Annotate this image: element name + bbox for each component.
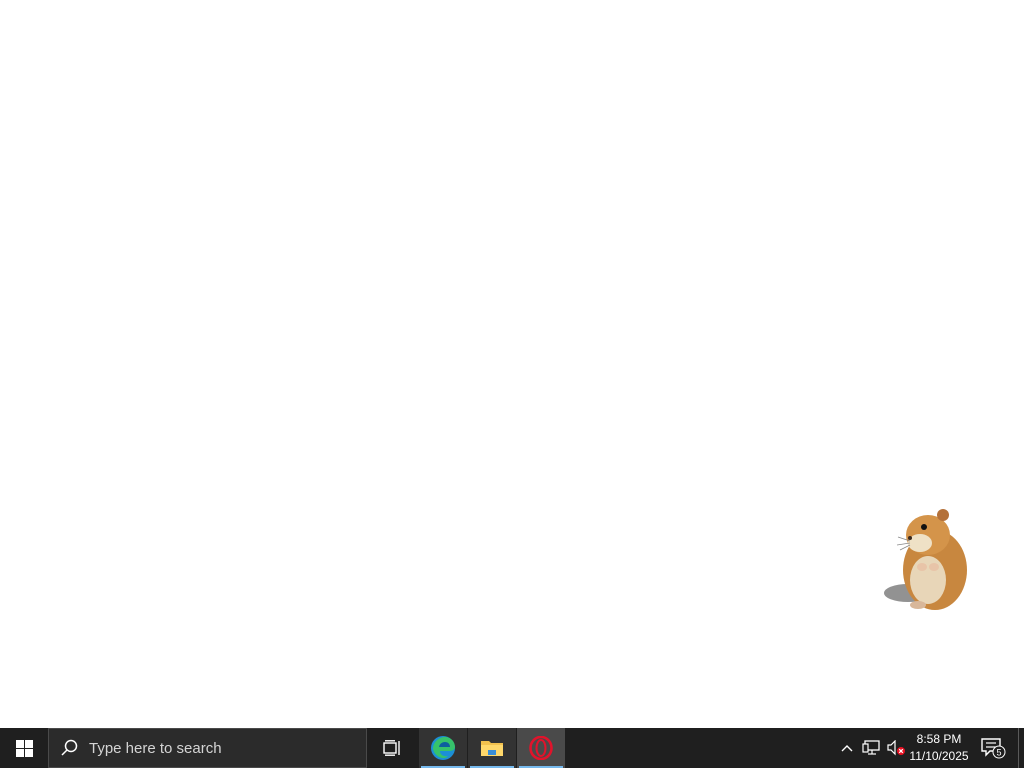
chevron-up-icon	[841, 745, 853, 752]
clock[interactable]: 8:58 PM 11/10/2025	[906, 728, 972, 768]
hamster-desktop-pet[interactable]	[880, 505, 975, 615]
hamster-belly	[910, 556, 946, 604]
show-hidden-icons-button[interactable]	[836, 728, 858, 768]
task-view-icon	[383, 740, 400, 756]
opera-icon	[529, 736, 553, 760]
search-placeholder: Type here to search	[89, 739, 222, 757]
search-box[interactable]: Type here to search	[48, 728, 367, 768]
folder-icon	[481, 741, 503, 756]
hamster-cheek	[908, 534, 932, 552]
taskbar: Type here to search 8:58 PM 11/10/2025 5	[0, 728, 1024, 768]
volume-button[interactable]	[884, 728, 908, 768]
task-view-button[interactable]	[368, 728, 416, 768]
desktop[interactable]	[0, 0, 1024, 728]
volume-muted-icon	[887, 740, 905, 756]
show-desktop-button[interactable]	[1018, 728, 1024, 768]
search-icon	[49, 739, 89, 757]
action-center-button[interactable]: 5	[976, 728, 1010, 768]
clock-time: 8:58 PM	[916, 732, 962, 746]
taskbar-app-edge[interactable]	[419, 728, 467, 768]
clock-date: 11/10/2025	[909, 749, 969, 763]
notification-count: 5	[996, 748, 1001, 758]
network-icon	[862, 740, 880, 755]
network-button[interactable]	[860, 728, 882, 768]
hamster-nose	[908, 536, 912, 540]
hamster-ear	[937, 509, 949, 521]
edge-icon	[431, 736, 455, 760]
hamster-paw-right	[929, 563, 939, 571]
notification-icon: 5	[981, 738, 1006, 759]
hamster-eye	[921, 524, 927, 530]
start-button[interactable]	[0, 728, 48, 768]
taskbar-app-file-explorer[interactable]	[468, 728, 516, 768]
taskbar-app-opera[interactable]	[517, 728, 565, 768]
hamster-foot	[910, 601, 926, 609]
hamster-paw-left	[917, 563, 927, 571]
windows-logo-icon	[15, 739, 33, 757]
